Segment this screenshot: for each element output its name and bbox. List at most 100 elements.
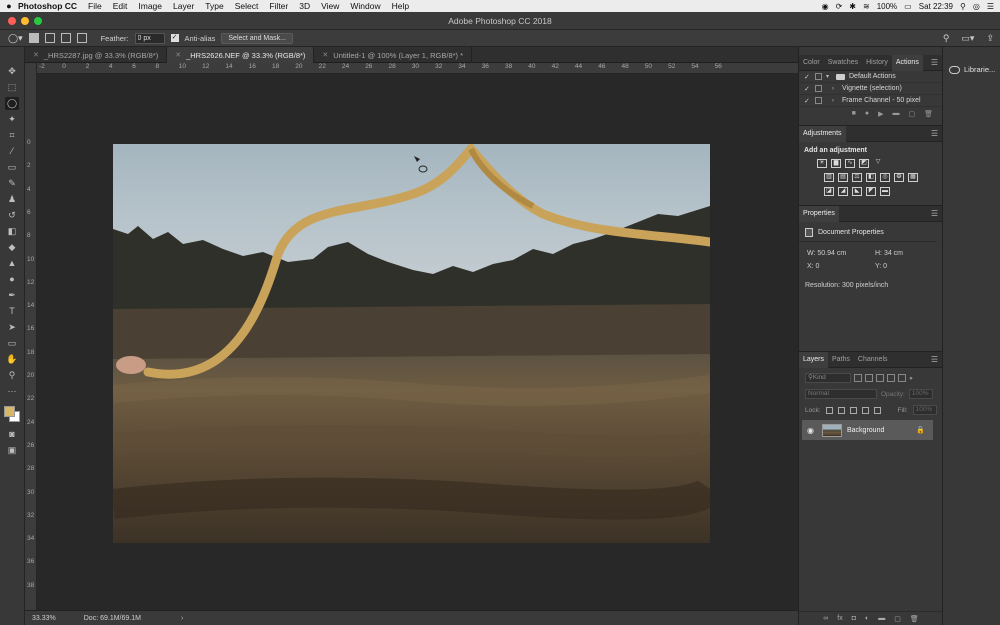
menu-window[interactable]: Window	[350, 1, 380, 11]
workspace-icon[interactable]: ▭▾	[961, 33, 974, 44]
intersect-selection-icon[interactable]	[76, 33, 87, 43]
add-selection-icon[interactable]	[44, 33, 55, 43]
brightness-contrast-icon[interactable]: ☀	[817, 159, 827, 168]
menu-edit[interactable]: Edit	[113, 1, 128, 11]
visibility-eye-icon[interactable]: ◉	[807, 426, 817, 435]
link-layers-icon[interactable]: ∞	[823, 615, 828, 622]
close-window-icon[interactable]	[8, 17, 16, 25]
add-mask-icon[interactable]: ◘	[852, 615, 856, 622]
new-action-icon[interactable]: ▢	[908, 110, 915, 118]
new-selection-icon[interactable]	[28, 33, 39, 43]
status-menu-icon[interactable]: ›	[181, 615, 183, 622]
invert-icon[interactable]: ◪	[824, 187, 834, 196]
menu-image[interactable]: Image	[138, 1, 162, 11]
move-tool-icon[interactable]: ✥	[5, 65, 19, 78]
record-icon[interactable]: ◉	[822, 2, 829, 11]
zoom-level[interactable]: 33.33%	[32, 615, 56, 622]
y-field[interactable]: Y: 0	[875, 263, 935, 270]
eraser-tool-icon[interactable]: ◧	[5, 225, 19, 238]
close-tab-icon[interactable]: ✕	[33, 51, 39, 59]
action-row[interactable]: ✓ ▾ Default Actions	[799, 71, 943, 83]
quick-mask-icon[interactable]: ◙	[5, 428, 19, 441]
check-icon[interactable]: ✓	[804, 73, 811, 81]
tab-untitled-1[interactable]: ✕ Untitled-1 @ 100% (Layer 1, RGB/8*) *	[314, 47, 473, 63]
new-set-icon[interactable]: ▬	[892, 110, 899, 118]
menu-help[interactable]: Help	[392, 1, 409, 11]
color-balance-icon[interactable]: ⚖	[852, 173, 862, 182]
vertical-ruler[interactable]: 0 2 4 6 8 10 12 14 16 18 20 22 24 26 28 30 32 34 36 38	[25, 63, 37, 610]
tab-properties[interactable]: Properties	[799, 205, 839, 222]
blur-tool-icon[interactable]: ▲	[5, 257, 19, 270]
minimize-window-icon[interactable]	[21, 17, 29, 25]
x-field[interactable]: X: 0	[807, 263, 875, 270]
rectangle-tool-icon[interactable]: ▭	[5, 337, 19, 350]
menu-file[interactable]: File	[88, 1, 102, 11]
expand-arrow-icon[interactable]: ›	[832, 98, 838, 104]
document-image[interactable]	[113, 144, 710, 543]
clock[interactable]: Sat 22:39	[919, 2, 953, 11]
threshold-icon[interactable]: ◣	[852, 187, 862, 196]
close-tab-icon[interactable]: ✕	[322, 51, 328, 59]
levels-icon[interactable]: ▆	[831, 159, 841, 168]
curves-icon[interactable]: ∿	[845, 159, 855, 168]
marquee-tool-icon[interactable]: ⬚	[5, 81, 19, 94]
type-tool-icon[interactable]: T	[5, 305, 19, 318]
pixel-filter-icon[interactable]	[854, 374, 862, 382]
action-row[interactable]: ✓ › Vignette (selection)	[799, 83, 943, 95]
dialog-toggle-icon[interactable]	[815, 73, 822, 80]
sync-icon[interactable]: ⟳	[836, 2, 843, 11]
panel-menu-icon[interactable]: ☰	[931, 129, 938, 138]
new-adjustment-layer-icon[interactable]: ◐	[865, 615, 869, 622]
blend-mode-select[interactable]: Normal	[805, 389, 877, 399]
posterize-icon[interactable]: ◢	[838, 187, 848, 196]
hue-saturation-icon[interactable]: ▤	[838, 173, 848, 182]
clone-stamp-tool-icon[interactable]: ♟	[5, 193, 19, 206]
panel-menu-icon[interactable]: ☰	[931, 209, 938, 218]
delete-icon[interactable]: 🗑	[924, 110, 933, 118]
check-icon[interactable]: ✓	[804, 85, 811, 93]
feather-input[interactable]	[134, 32, 165, 44]
tab-channels[interactable]: Channels	[854, 352, 892, 368]
bluetooth-icon[interactable]: ✱	[849, 2, 856, 11]
notifications-icon[interactable]: ☰	[987, 2, 994, 11]
select-and-mask-button[interactable]: Select and Mask...	[221, 32, 293, 44]
width-field[interactable]: W: 50.94 cm	[807, 250, 875, 257]
record-icon[interactable]: ●	[865, 110, 869, 118]
expand-arrow-icon[interactable]: ›	[832, 86, 838, 92]
anti-alias-checkbox[interactable]: ✓	[170, 34, 179, 42]
tab-adjustments[interactable]: Adjustments	[799, 125, 846, 142]
lasso-preset-icon[interactable]: ◯▾	[8, 33, 23, 44]
screen-mode-icon[interactable]: ▣	[5, 444, 19, 457]
paint-bucket-tool-icon[interactable]: ◆	[5, 241, 19, 254]
lock-all-icon[interactable]	[873, 406, 881, 414]
lock-position-icon[interactable]	[849, 406, 857, 414]
action-row[interactable]: ✓ › Frame Channel - 50 pixel	[799, 95, 943, 107]
delete-layer-icon[interactable]: 🗑	[910, 615, 919, 623]
menu-3d[interactable]: 3D	[299, 1, 310, 11]
share-icon[interactable]: ⇪	[986, 33, 994, 44]
horizontal-ruler[interactable]: -2 0 2 4 6 8 10 12 14 16 18 20 22 24 26 28 30 32 34 36 38 40 4…	[37, 63, 798, 74]
channel-mixer-icon[interactable]: ❂	[894, 173, 904, 182]
layer-style-icon[interactable]: fx	[837, 615, 842, 622]
stop-icon[interactable]: ■	[852, 110, 856, 118]
color-swatches[interactable]	[3, 405, 21, 425]
filter-toggle-icon[interactable]: ●	[909, 375, 913, 382]
panel-menu-icon[interactable]: ☰	[931, 355, 938, 364]
lasso-tool-icon[interactable]: ◯	[5, 97, 19, 110]
healing-brush-tool-icon[interactable]: ▭	[5, 161, 19, 174]
menu-filter[interactable]: Filter	[269, 1, 288, 11]
expand-arrow-icon[interactable]: ▾	[826, 73, 832, 80]
layer-thumbnail[interactable]	[822, 423, 842, 437]
color-lookup-icon[interactable]: ▦	[908, 173, 918, 182]
canvas-area[interactable]	[37, 74, 798, 610]
new-layer-icon[interactable]: ▢	[894, 615, 901, 623]
layer-name[interactable]: Background	[847, 427, 884, 434]
foreground-color-swatch[interactable]	[4, 406, 15, 417]
crop-tool-icon[interactable]: ⌗	[5, 129, 19, 142]
zoom-tool-icon[interactable]: ⚲	[5, 369, 19, 382]
close-tab-icon[interactable]: ✕	[175, 51, 181, 59]
fill-input[interactable]: 100%	[912, 405, 937, 415]
adjustment-filter-icon[interactable]	[865, 374, 873, 382]
vibrance-icon[interactable]: ▥	[824, 173, 834, 182]
menu-app-name[interactable]: Photoshop CC	[18, 1, 77, 11]
